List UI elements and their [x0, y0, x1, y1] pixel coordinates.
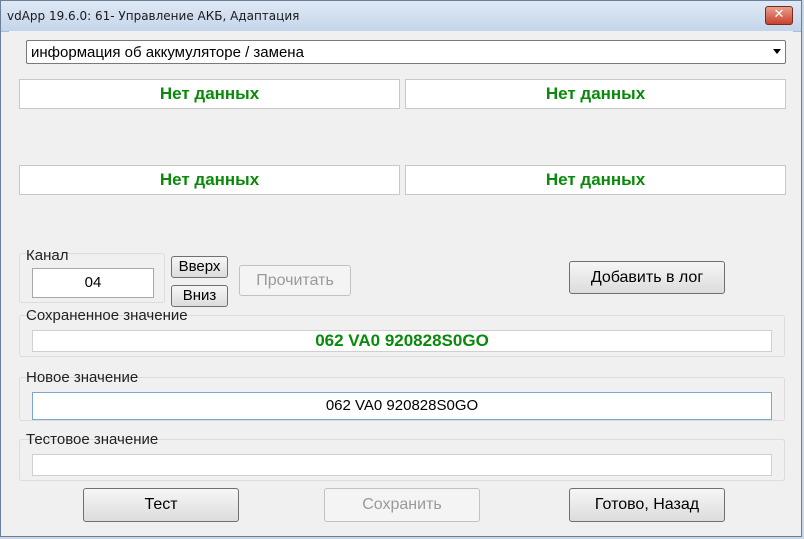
client-area: информация об аккумуляторе / замена Нет …: [9, 31, 793, 528]
data-box-1: Нет данных: [19, 79, 400, 109]
data-box-2: Нет данных: [405, 79, 786, 109]
saved-value-label: Сохраненное значение: [26, 307, 188, 324]
window-title: vdApp 19.6.0: 61- Управление АКБ, Адапта…: [7, 9, 300, 23]
channel-input[interactable]: 04: [32, 268, 154, 298]
title-bar: vdApp 19.6.0: 61- Управление АКБ, Адапта…: [1, 1, 801, 32]
function-select-value: информация об аккумуляторе / замена: [31, 44, 304, 61]
channel-up-button[interactable]: Вверх: [171, 256, 228, 278]
new-value-label: Новое значение: [26, 369, 139, 386]
data-box-4: Нет данных: [405, 165, 786, 195]
test-button[interactable]: Тест: [83, 488, 239, 522]
data-box-3: Нет данных: [19, 165, 400, 195]
test-value-field: [32, 454, 772, 476]
done-back-button[interactable]: Готово, Назад: [569, 488, 725, 522]
channel-label: Канал: [26, 247, 69, 264]
read-button[interactable]: Прочитать: [239, 265, 351, 296]
test-value-label: Тестовое значение: [26, 431, 159, 448]
function-select[interactable]: информация об аккумуляторе / замена: [26, 40, 786, 64]
saved-value-field: 062 VA0 920828S0GO: [32, 330, 772, 352]
channel-down-button[interactable]: Вниз: [171, 285, 228, 307]
add-to-log-button[interactable]: Добавить в лог: [569, 261, 725, 294]
chevron-down-icon: [773, 49, 781, 54]
app-window: vdApp 19.6.0: 61- Управление АКБ, Адапта…: [0, 0, 802, 537]
save-button[interactable]: Сохранить: [324, 488, 480, 522]
new-value-input[interactable]: 062 VA0 920828S0GO: [32, 392, 772, 420]
close-icon: ✕: [773, 7, 785, 22]
close-button[interactable]: ✕: [765, 6, 793, 25]
